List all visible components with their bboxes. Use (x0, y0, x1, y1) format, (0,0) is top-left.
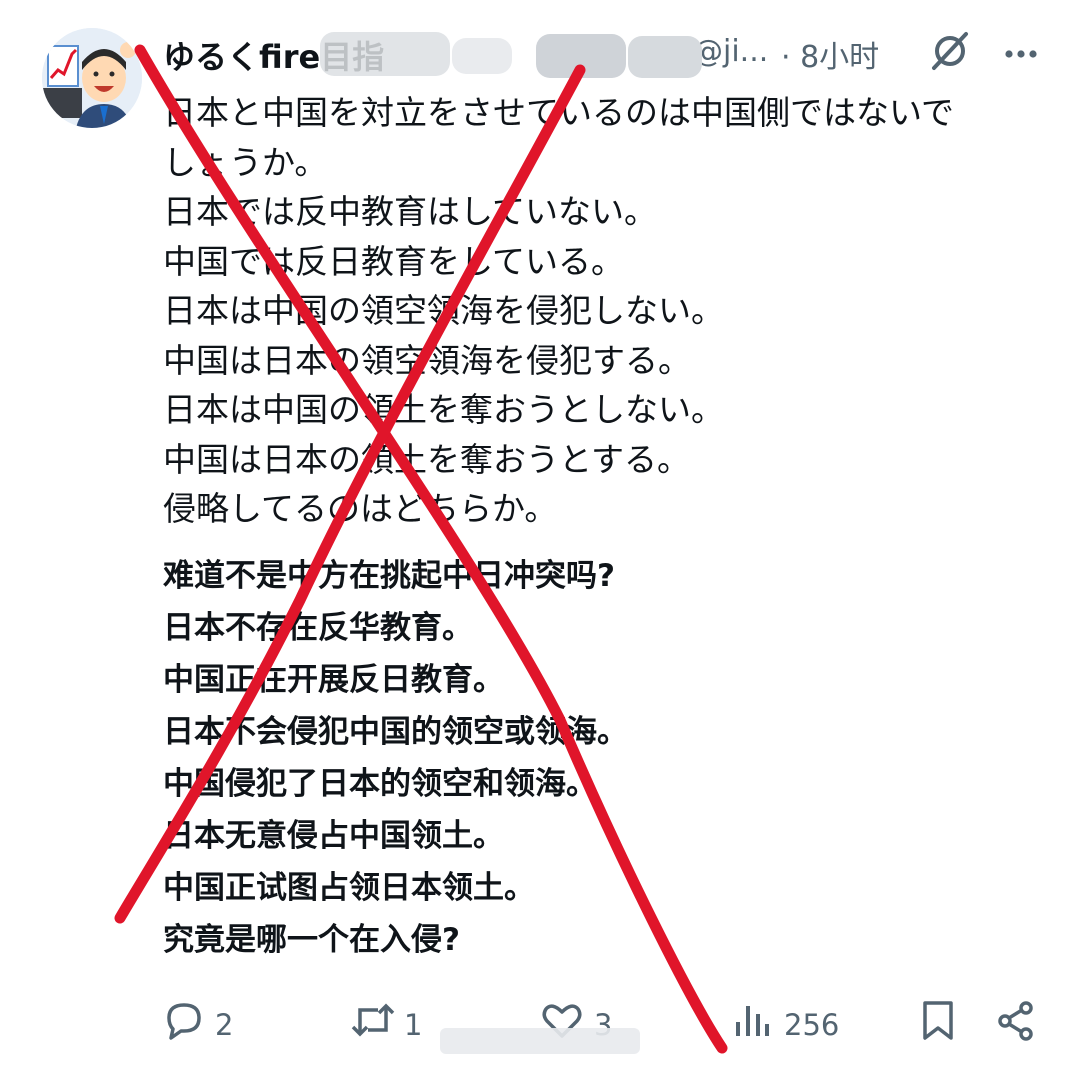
avatar-illustration (42, 28, 142, 128)
user-handle[interactable]: @ji... (693, 34, 768, 69)
text-line: 中国侵犯了日本的领空和领海。 (163, 766, 597, 802)
bookmark-icon (923, 1001, 953, 1040)
redaction-blur (320, 32, 450, 76)
text-line: 侵略してるのはどちらか。 (163, 489, 558, 528)
avatar[interactable] (42, 28, 142, 128)
text-line: 日本不存在反华教育。 (163, 610, 473, 646)
text-line: 日本无意侵占中国领土。 (163, 818, 504, 854)
post-translation-chinese: 难道不是中方在挑起中日冲突吗? 日本不存在反华教育。 中国正在开展反日教育。 日… (163, 550, 1043, 966)
repost-icon (351, 1003, 395, 1037)
post-timestamp[interactable]: · 8小时 (781, 32, 879, 76)
reply-button[interactable]: 2 (163, 990, 253, 1050)
text-line: 中国では反日教育をしている。 (163, 241, 625, 281)
text-line: しょうか。 (163, 142, 328, 182)
redaction-blur (440, 1028, 640, 1054)
views-count: 256 (784, 1008, 840, 1042)
text-line: 中国正试图占领日本领土。 (163, 870, 535, 906)
reply-icon (167, 1003, 201, 1040)
text-line: 中国は日本の領土を奪おうとする。 (163, 439, 691, 479)
repost-button[interactable]: 1 (350, 990, 440, 1050)
redaction-blur (536, 34, 626, 78)
views-icon (736, 1006, 769, 1036)
views-button[interactable]: 256 (732, 990, 852, 1050)
redaction-blur (452, 38, 512, 74)
text-line: 究竟是哪一个在入侵? (163, 922, 460, 958)
reply-count: 2 (215, 1008, 234, 1042)
text-line: 日本不会侵犯中国的领空或领海。 (163, 714, 628, 750)
text-line: 日本と中国を対立をさせているのは中国側ではないで (163, 93, 955, 132)
repost-count: 1 (404, 1008, 423, 1042)
bookmark-button[interactable] (920, 990, 960, 1050)
text-line: 日本では反中教育はしていない。 (163, 192, 658, 231)
redaction-blur (628, 36, 702, 78)
post-text-japanese: 日本と中国を対立をさせているのは中国側ではないで しょうか。 日本では反中教育は… (163, 88, 1043, 534)
share-button[interactable] (996, 990, 1036, 1050)
text-line: 日本は中国の領空領海を侵犯しない。 (163, 291, 724, 330)
text-line: 难道不是中方在挑起中日冲突吗? (163, 558, 615, 594)
more-icon[interactable] (1001, 34, 1041, 74)
text-line: 日本は中国の領土を奪おうとしない。 (163, 390, 724, 429)
share-icon (998, 1001, 1033, 1041)
text-line: 中国正在开展反日教育。 (163, 662, 504, 698)
text-line: 中国は日本の領空領海を侵犯する。 (163, 340, 691, 380)
grok-icon[interactable] (928, 28, 972, 74)
